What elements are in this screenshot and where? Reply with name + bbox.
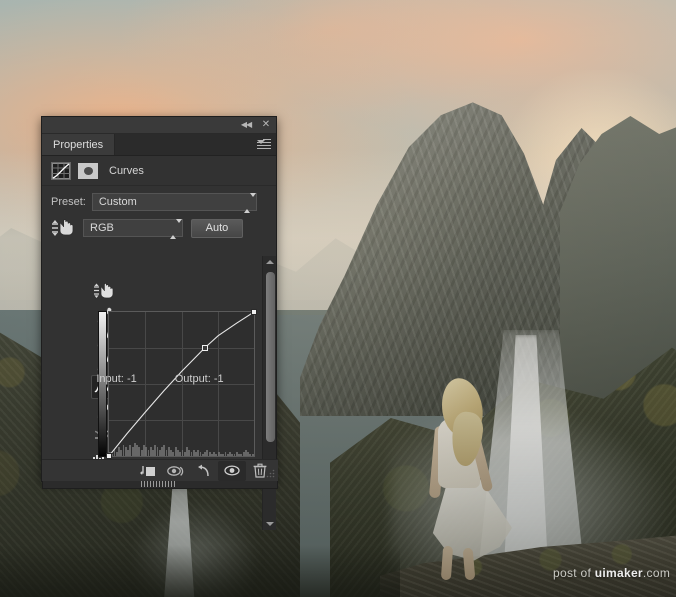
figure-left-leg	[441, 546, 453, 581]
panel-body: Preset: Custom RGB Auto	[42, 186, 276, 459]
watermark-prefix: post of	[553, 566, 595, 580]
view-previous-state-button[interactable]	[162, 461, 190, 481]
input-value: -1	[127, 373, 137, 385]
collapse-icon[interactable]: ◀◀	[240, 119, 252, 131]
input-readout: Input: -1	[96, 373, 136, 385]
curve-point-2[interactable]	[251, 309, 257, 315]
output-value: -1	[214, 373, 224, 385]
woman-figure	[418, 378, 538, 583]
watermark: post of uimaker.com	[553, 566, 670, 580]
adjustment-title: Curves	[109, 165, 144, 177]
resize-grip[interactable]	[265, 469, 275, 479]
watermark-brand: uimaker	[595, 566, 643, 580]
preset-value: Custom	[99, 196, 137, 208]
properties-panel[interactable]: ◀◀ ✕ Properties Curves	[41, 116, 277, 482]
curve-point-1[interactable]	[202, 345, 208, 351]
preset-row: Preset: Custom	[42, 186, 276, 211]
on-image-adjustment-icon[interactable]	[91, 279, 117, 303]
scrollbar-thumb[interactable]	[266, 272, 275, 442]
output-label: Output:	[175, 373, 211, 385]
channel-select[interactable]: RGB	[83, 219, 183, 237]
preset-label: Preset:	[51, 196, 86, 208]
chevron-updown-icon	[170, 223, 177, 235]
output-readout: Output: -1	[175, 373, 224, 385]
watermark-suffix: .com	[643, 566, 670, 580]
close-icon[interactable]: ✕	[260, 119, 272, 131]
channel-value: RGB	[90, 222, 114, 234]
auto-button[interactable]: Auto	[191, 219, 243, 238]
channel-row: RGB Auto	[42, 211, 276, 238]
input-output-readout: Input: -1 Output: -1	[42, 373, 278, 385]
adjustment-header: Curves	[42, 156, 276, 186]
foreground-shadow	[0, 545, 400, 597]
input-label: Input:	[96, 373, 124, 385]
curves-adjustment-icon[interactable]	[51, 162, 71, 180]
layer-mask-thumbnail-icon[interactable]	[78, 163, 98, 179]
preset-select[interactable]: Custom	[92, 193, 257, 211]
reset-adjustment-button[interactable]	[190, 461, 218, 481]
panel-bottom-toolbar[interactable]	[42, 459, 278, 481]
panel-titlebar[interactable]: ◀◀ ✕	[42, 117, 276, 134]
panel-menu-icon[interactable]	[257, 139, 271, 150]
chevron-updown-icon	[244, 197, 251, 209]
scroll-down-arrow-icon[interactable]	[263, 518, 277, 530]
clip-to-layer-button[interactable]	[134, 461, 162, 481]
tab-properties[interactable]: Properties	[42, 134, 115, 155]
targeted-adjustment-tool-icon[interactable]	[51, 218, 75, 238]
scroll-up-arrow-icon[interactable]	[263, 256, 277, 268]
panel-tab-row[interactable]: Properties	[42, 134, 276, 156]
panel-drag-handle[interactable]	[141, 481, 177, 487]
toggle-layer-visibility-button[interactable]	[218, 461, 246, 481]
tab-row-filler	[115, 134, 276, 155]
